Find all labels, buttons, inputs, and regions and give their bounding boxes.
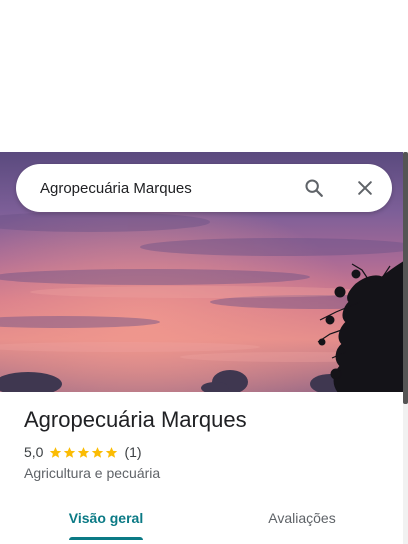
review-count: (1)	[124, 444, 142, 460]
search-box	[16, 164, 392, 212]
scrollbar-thumb[interactable]	[403, 152, 408, 404]
rating-value: 5,0	[24, 444, 44, 460]
hero-photo[interactable]	[0, 152, 403, 392]
search-icon	[305, 179, 323, 197]
star-icon	[50, 446, 62, 458]
selected-tab-indicator	[69, 537, 143, 540]
star-icon	[106, 446, 118, 458]
place-title: Agropecuária Marques	[24, 407, 247, 432]
star-icon	[92, 446, 104, 458]
search-input[interactable]	[40, 164, 280, 212]
star-icon	[64, 446, 76, 458]
close-icon	[358, 181, 372, 195]
rating-row[interactable]: 5,0 (1)	[24, 444, 142, 460]
tab-bar: Visão geral Avaliações	[0, 496, 403, 544]
star-icon	[78, 446, 90, 458]
search-button[interactable]	[298, 172, 330, 204]
star-rating	[49, 446, 119, 459]
close-button[interactable]	[349, 172, 381, 204]
tab-reviews[interactable]: Avaliações	[254, 496, 350, 540]
tab-overview[interactable]: Visão geral	[62, 496, 150, 540]
place-panel: Agropecuária Marques 5,0 (1) Agricultura…	[0, 152, 403, 544]
place-category[interactable]: Agricultura e pecuária	[24, 465, 160, 481]
place-info: Agropecuária Marques 5,0 (1) Agricultura…	[0, 392, 403, 544]
blank-area	[0, 0, 408, 152]
